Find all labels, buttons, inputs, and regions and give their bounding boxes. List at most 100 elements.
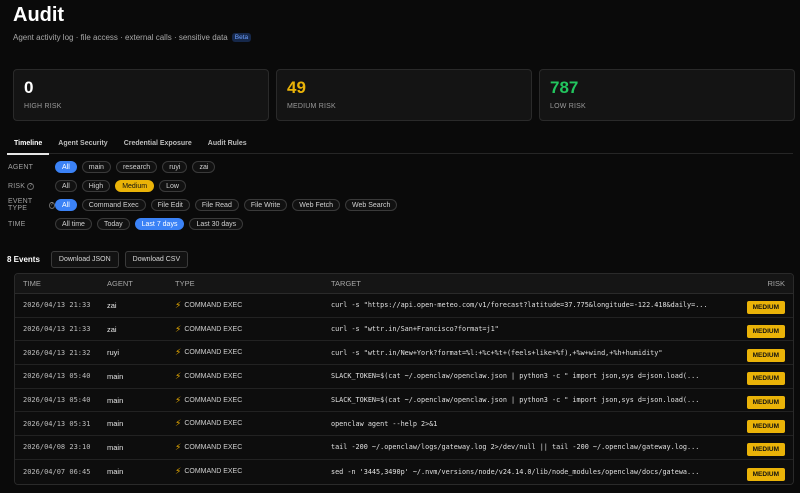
risk-filter-label: RISK? [8,182,55,190]
table-row[interactable]: 2026/04/13 05:31 main ⚡ COMMAND EXEC opencla… [15,412,793,437]
header-risk[interactable]: RISK [735,279,793,288]
agent-chip-main[interactable]: main [81,161,111,173]
lightning-bolt-icon: ⚡ [175,394,182,405]
beta-badge: Beta [231,33,252,42]
table-row[interactable]: 2026/04/13 21:33 zai ⚡ COMMAND EXEC curl -s … [15,317,793,342]
row-risk-cell: MEDIUM [735,415,793,433]
time-chip-all[interactable]: All time [55,218,92,230]
row-target: curl -s "wttr.in/San+Francisco?format=j1… [331,325,499,334]
download-csv-button[interactable]: Download CSV [124,251,189,268]
low-risk-label: LOW RISK [550,103,586,110]
row-agent: main [107,419,124,429]
row-time: 2026/04/13 05:40 [23,396,91,405]
row-agent: main [107,467,124,477]
row-risk-cell: MEDIUM [735,296,793,315]
event-chip-all[interactable]: All [55,199,77,211]
header-time[interactable]: TIME [15,279,107,288]
risk-badge: MEDIUM [746,348,785,362]
risk-filter-row: RISK? All High Medium Low [8,180,402,192]
lightning-bolt-icon: ⚡ [175,323,182,334]
row-target: openclaw agent --help 2>&1 [331,419,438,428]
agent-chip-zai[interactable]: zai [192,161,216,173]
event-chip-file-write[interactable]: File Write [243,199,288,211]
time-chip-today[interactable]: Today [96,218,130,230]
agent-filter-label: AGENT [8,163,34,171]
row-type: ⚡ COMMAND EXEC [175,466,331,477]
table-row[interactable]: 2026/04/08 23:10 main ⚡ COMMAND EXEC tail -2… [15,436,793,460]
row-type-label: COMMAND EXEC [184,420,243,428]
row-agent: main [107,442,124,452]
time-chip-last-30-days[interactable]: Last 30 days [189,218,244,230]
table-row[interactable]: 2026/04/13 21:32 ruyi ⚡ COMMAND EXEC curl -s… [15,341,793,366]
lightning-bolt-icon: ⚡ [175,347,182,358]
event-chip-command-exec[interactable]: Command Exec [81,199,146,211]
question-circle-icon[interactable]: ? [27,182,35,190]
tab-audit-rules[interactable]: Audit Rules [201,136,254,154]
agent-chip-research[interactable]: research [115,161,158,173]
row-type-label: COMMAND EXEC [184,468,243,476]
table-row[interactable]: 2026/04/13 05:40 main ⚡ COMMAND EXEC SLACK_T… [15,388,793,413]
row-type-label: COMMAND EXEC [184,349,243,357]
agent-chip-all[interactable]: All [55,161,77,173]
event-chip-file-edit[interactable]: File Edit [150,199,190,211]
table-row[interactable]: 2026/04/13 05:40 main ⚡ COMMAND EXEC SLACK_T… [15,365,793,389]
header-target[interactable]: TARGET [331,279,735,288]
risk-badge: MEDIUM [746,419,785,433]
header-agent[interactable]: AGENT [107,279,175,288]
risk-chip-all[interactable]: All [55,180,77,192]
row-time: 2026/04/13 05:31 [23,419,91,428]
row-type-label: COMMAND EXEC [184,372,243,380]
row-type: ⚡ COMMAND EXEC [175,418,331,429]
event-type-filter-label: EVENT TYPE? [8,198,55,212]
tab-timeline[interactable]: Timeline [7,136,50,155]
risk-badge: MEDIUM [746,467,785,481]
row-time: 2026/04/08 23:10 [23,443,91,452]
row-risk-cell: MEDIUM [735,367,793,386]
lightning-bolt-icon: ⚡ [175,466,182,477]
subtitle-text: Agent activity log · file access · exter… [13,33,228,42]
medium-risk-label: MEDIUM RISK [287,103,336,110]
risk-badge: MEDIUM [746,372,785,386]
row-time: 2026/04/13 21:33 [23,325,91,334]
medium-risk-count: 49 [287,78,306,97]
agent-chip-ruyi[interactable]: ruyi [162,161,188,173]
table-row[interactable]: 2026/04/07 06:45 main ⚡ COMMAND EXEC sed -n … [15,459,793,484]
low-risk-card: 787 LOW RISK [539,69,795,121]
row-type-label: COMMAND EXEC [184,301,243,309]
risk-chip-low[interactable]: Low [159,180,186,192]
tab-credential-exposure[interactable]: Credential Exposure [117,136,199,154]
risk-badge: MEDIUM [746,325,785,339]
row-time: 2026/04/13 05:40 [23,372,91,381]
risk-chip-high[interactable]: High [81,180,111,192]
row-type-label: COMMAND EXEC [184,325,243,333]
event-chip-file-read[interactable]: File Read [194,199,239,211]
audit-tabs: Timeline Agent Security Credential Expos… [7,136,793,155]
page-header: Audit Agent activity log · file access ·… [13,3,252,42]
row-agent: zai [107,300,117,310]
row-type: ⚡ COMMAND EXEC [175,300,331,311]
tab-agent-security[interactable]: Agent Security [51,136,114,154]
event-chip-web-fetch[interactable]: Web Fetch [292,199,340,211]
row-time: 2026/04/13 21:32 [23,348,91,357]
header-type[interactable]: TYPE [175,279,331,288]
event-chip-web-search[interactable]: Web Search [345,199,398,211]
risk-badge: MEDIUM [746,301,785,315]
row-agent: main [107,371,124,381]
event-type-filter-row: EVENT TYPE? All Command Exec File Edit F… [8,198,402,212]
medium-risk-card: 49 MEDIUM RISK [276,69,532,121]
time-filter-row: TIME All time Today Last 7 days Last 30 … [8,218,402,230]
filter-panel: AGENT All main research ruyi zai RISK? A… [8,161,402,237]
risk-chip-medium[interactable]: Medium [115,180,155,192]
time-chip-last-7-days[interactable]: Last 7 days [134,218,185,230]
row-type: ⚡ COMMAND EXEC [175,371,331,382]
download-json-button[interactable]: Download JSON [50,251,119,268]
table-header: TIME AGENT TYPE TARGET RISK [15,274,793,294]
row-agent: zai [107,324,117,334]
risk-badge: MEDIUM [746,396,785,410]
lightning-bolt-icon: ⚡ [175,370,182,381]
table-row[interactable]: 2026/04/13 21:33 zai ⚡ COMMAND EXEC curl -s … [15,294,793,318]
row-type: ⚡ COMMAND EXEC [175,442,331,453]
high-risk-count: 0 [24,78,34,97]
high-risk-card: 0 HIGH RISK [13,69,269,121]
row-target: SLACK_TOKEN=$(cat ~/.openclaw/openclaw.j… [331,396,700,405]
